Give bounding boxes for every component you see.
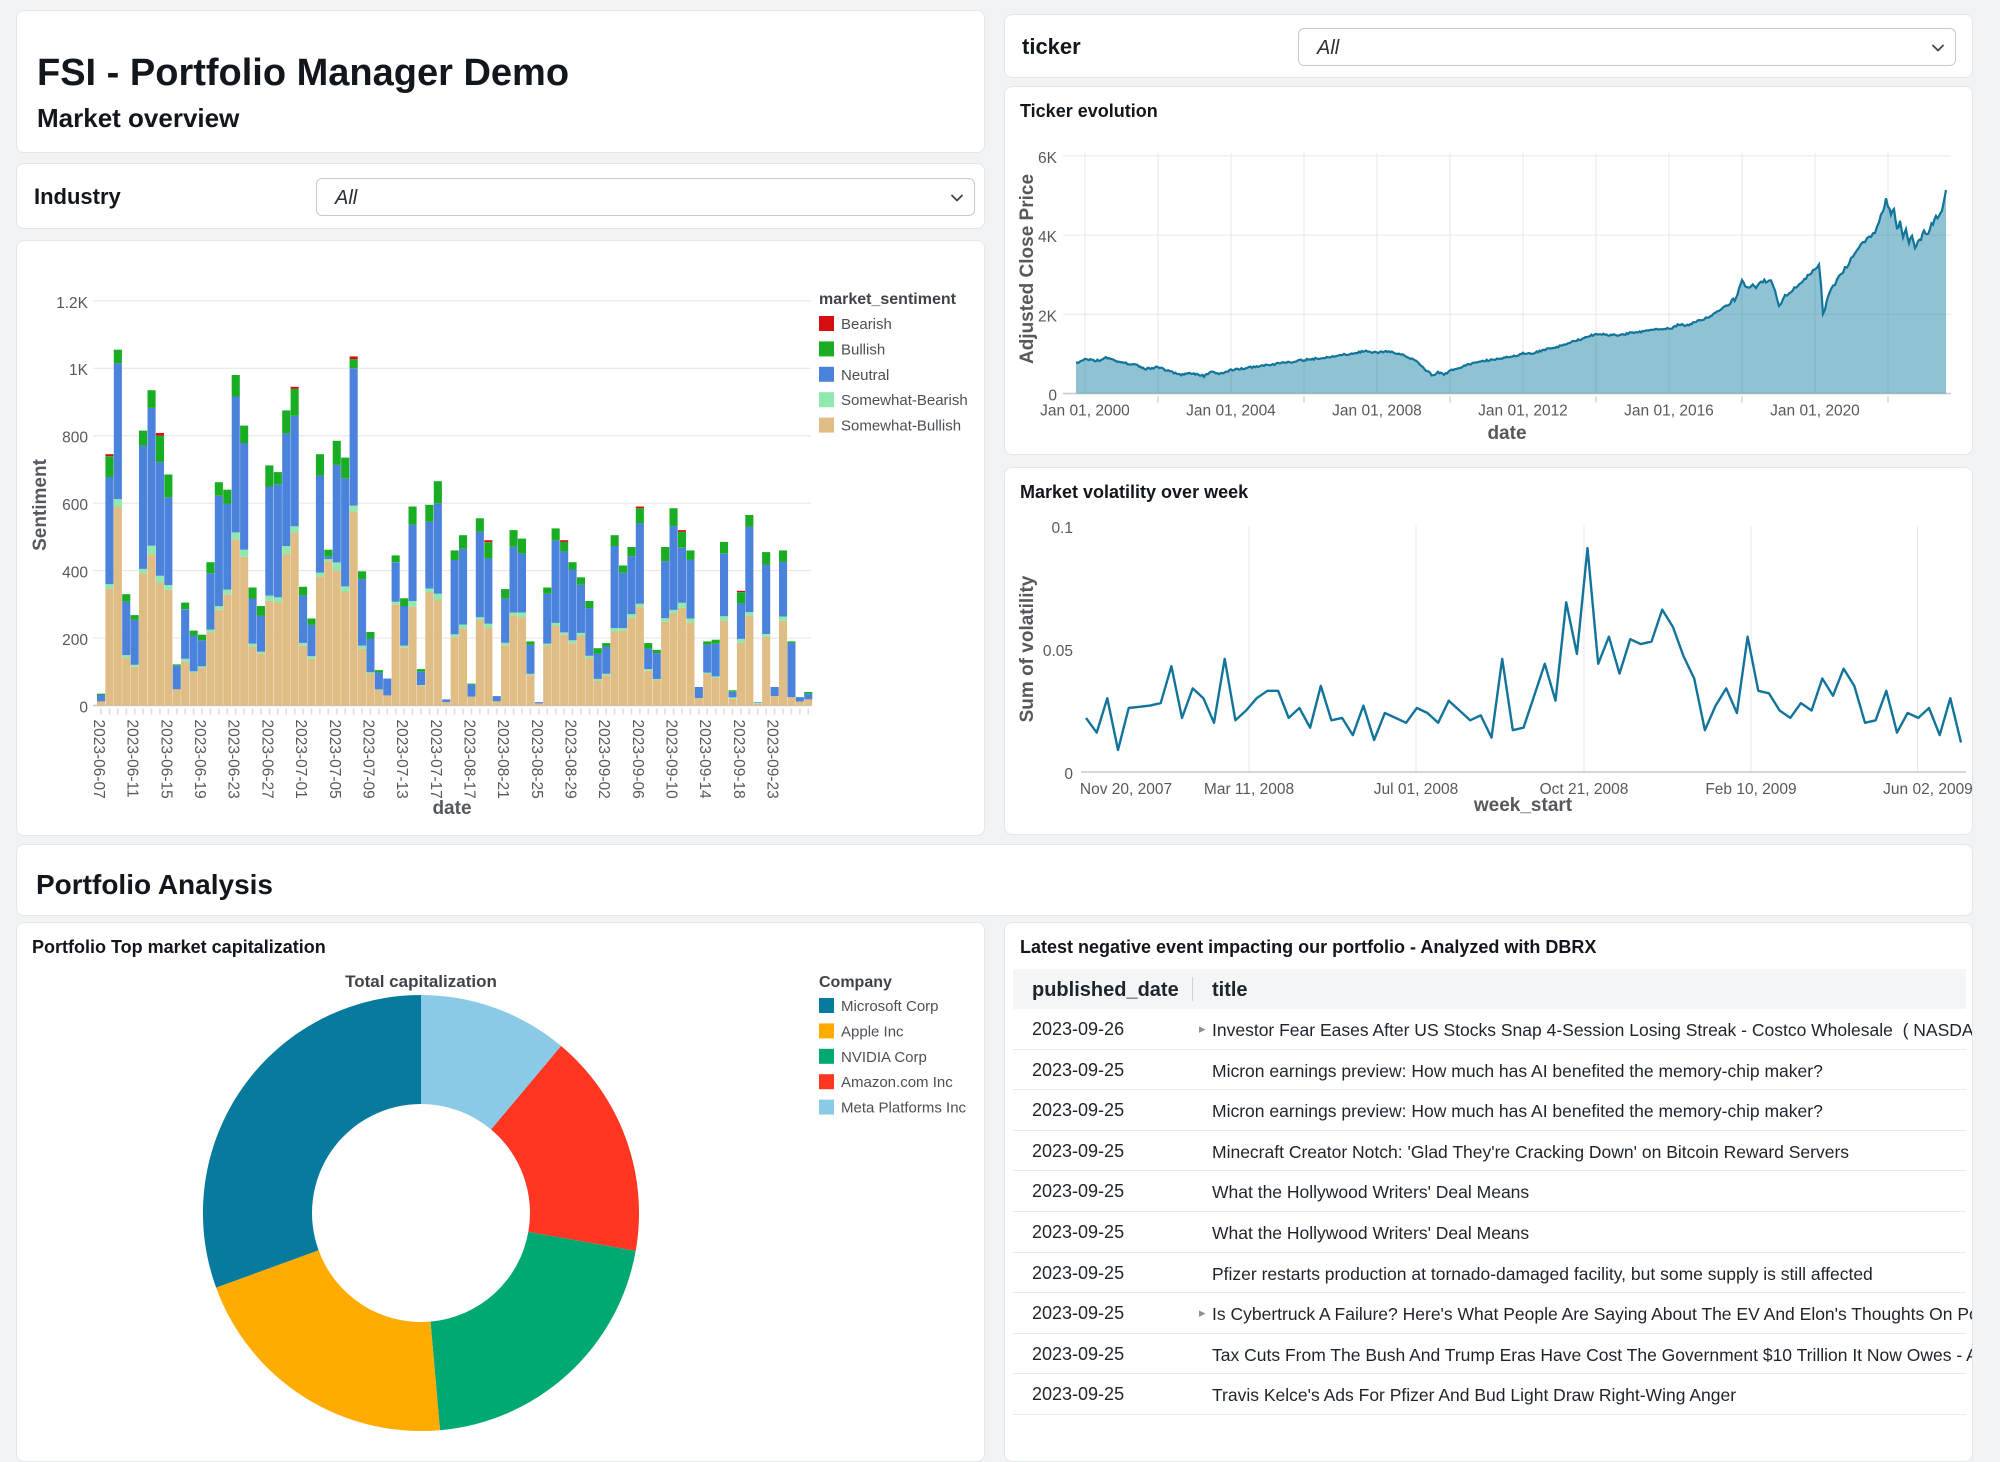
svg-text:Jan 01, 2000: Jan 01, 2000 [1040,403,1130,420]
svg-text:0.05: 0.05 [1043,643,1073,660]
svg-text:Jan 01, 2020: Jan 01, 2020 [1770,403,1860,420]
svg-text:2023-09-02: 2023-09-02 [595,720,612,799]
svg-text:2023-08-25: 2023-08-25 [528,720,545,799]
svg-text:Jan 01, 2016: Jan 01, 2016 [1624,403,1714,420]
svg-text:NVIDIA Corp: NVIDIA Corp [841,1049,927,1066]
svg-text:date: date [1487,423,1526,444]
svg-text:1K: 1K [69,362,89,379]
svg-text:market_sentiment: market_sentiment [819,291,957,308]
svg-text:2023-06-23: 2023-06-23 [225,720,242,799]
svg-text:0.1: 0.1 [1051,520,1073,537]
svg-text:2023-09-10: 2023-09-10 [663,720,680,800]
svg-text:0: 0 [79,700,88,717]
svg-text:Sum of volatility: Sum of volatility [1017,575,1038,722]
svg-text:2023-09-06: 2023-09-06 [629,720,646,799]
svg-text:Meta Platforms Inc: Meta Platforms Inc [841,1100,967,1117]
svg-text:Jun 02, 2009: Jun 02, 2009 [1883,781,1972,798]
svg-text:600: 600 [62,497,88,514]
svg-text:Mar 11, 2008: Mar 11, 2008 [1204,781,1294,798]
svg-text:Bullish: Bullish [841,341,885,358]
svg-text:Jan 01, 2008: Jan 01, 2008 [1332,403,1422,420]
svg-text:0: 0 [1064,766,1073,783]
svg-text:week_start: week_start [1473,795,1573,816]
svg-text:2023-06-19: 2023-06-19 [191,720,208,799]
svg-text:2023-07-09: 2023-07-09 [359,720,376,799]
svg-text:Amazon.com Inc: Amazon.com Inc [841,1074,953,1091]
svg-text:2023-06-27: 2023-06-27 [258,720,275,799]
svg-text:1.2K: 1.2K [56,295,89,312]
svg-text:Jan 01, 2012: Jan 01, 2012 [1478,403,1568,420]
svg-text:2023-08-29: 2023-08-29 [562,720,579,799]
svg-text:200: 200 [62,632,88,649]
svg-text:Somewhat-Bullish: Somewhat-Bullish [841,418,961,435]
svg-text:2023-07-01: 2023-07-01 [292,720,309,799]
svg-text:2023-07-05: 2023-07-05 [326,720,343,799]
svg-text:2023-06-11: 2023-06-11 [124,720,141,798]
svg-text:400: 400 [62,565,88,582]
svg-text:2023-07-17: 2023-07-17 [427,720,444,799]
svg-text:Jul 01, 2008: Jul 01, 2008 [1374,781,1458,798]
svg-text:Somewhat-Bearish: Somewhat-Bearish [841,392,968,409]
svg-text:Feb 10, 2009: Feb 10, 2009 [1705,781,1796,798]
svg-text:2023-06-15: 2023-06-15 [157,720,174,799]
svg-text:Neutral: Neutral [841,367,889,384]
svg-text:4K: 4K [1038,229,1058,246]
svg-text:date: date [432,798,471,819]
svg-text:2023-08-21: 2023-08-21 [494,720,511,799]
svg-text:Jan 01, 2004: Jan 01, 2004 [1186,403,1276,420]
svg-text:2023-09-23: 2023-09-23 [764,720,781,799]
svg-text:Apple Inc: Apple Inc [841,1023,904,1040]
svg-text:6K: 6K [1038,150,1058,167]
svg-text:2023-07-13: 2023-07-13 [393,720,410,799]
svg-text:800: 800 [62,430,88,447]
svg-text:Nov 20, 2007: Nov 20, 2007 [1080,781,1172,798]
svg-text:Sentiment: Sentiment [30,458,51,551]
svg-text:2023-06-07: 2023-06-07 [90,720,107,799]
svg-text:2023-09-14: 2023-09-14 [696,720,713,800]
svg-text:Adjusted Close Price: Adjusted Close Price [1017,174,1038,364]
svg-text:2023-08-17: 2023-08-17 [461,720,478,799]
svg-text:Total capitalization: Total capitalization [345,972,497,991]
svg-text:2K: 2K [1038,308,1058,325]
svg-text:2023-09-18: 2023-09-18 [730,720,747,799]
svg-text:Microsoft Corp: Microsoft Corp [841,998,939,1015]
svg-text:Company: Company [819,974,892,991]
svg-text:Bearish: Bearish [841,316,892,333]
